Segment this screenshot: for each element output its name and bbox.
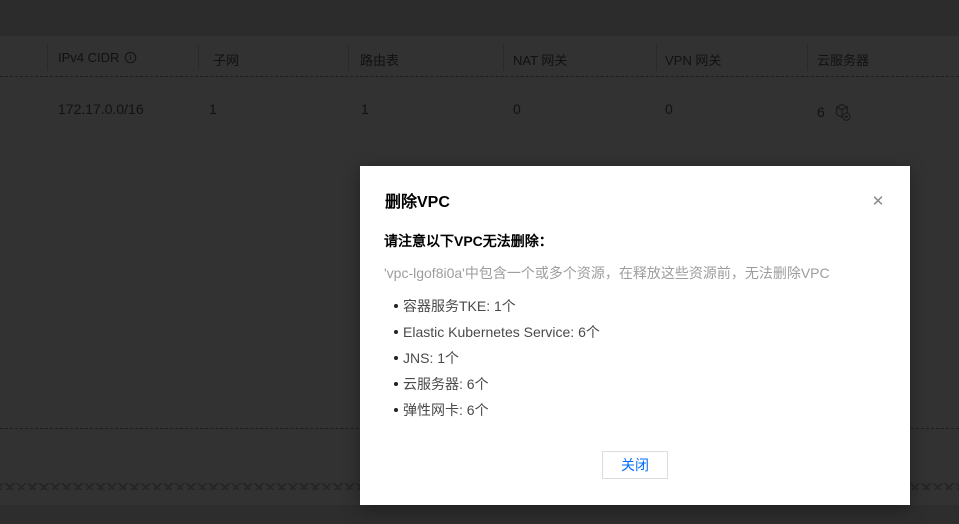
resource-item: 云服务器: 6个 [384, 371, 886, 397]
dialog-notice: 请注意以下VPC无法删除： [384, 233, 553, 249]
column-divider [656, 44, 657, 70]
column-divider [348, 44, 349, 70]
cell-nat-gateway: 0 [513, 101, 521, 117]
column-header-cvm: 云服务器 [817, 50, 869, 69]
toolbar-strip [0, 0, 959, 36]
cvm-count: 6 [817, 103, 825, 120]
column-divider [807, 44, 808, 70]
column-header-label: NAT 网关 [513, 53, 568, 68]
blocking-resource-list: 容器服务TKE: 1个 Elastic Kubernetes Service: … [384, 293, 886, 423]
close-icon[interactable]: ✕ [869, 193, 887, 211]
table-header: IPv4 CIDR 子网 路由表 NAT 网关 VPN 网关 云服务器 [0, 37, 959, 77]
dialog-footer: 关闭 [360, 451, 910, 479]
resource-item: JNS: 1个 [384, 345, 886, 371]
cell-ipv4-cidr: 172.17.0.0/16 [58, 101, 144, 117]
resource-item: 弹性网卡: 6个 [384, 397, 886, 423]
dialog-title: 删除VPC [385, 194, 450, 211]
resource-item: Elastic Kubernetes Service: 6个 [384, 319, 886, 345]
cell-route-table: 1 [361, 101, 369, 117]
column-divider [503, 44, 504, 70]
vpc-list-page: IPv4 CIDR 子网 路由表 NAT 网关 VPN 网关 云服务器 172.… [0, 0, 959, 524]
dialog-description: 'vpc-lgof8i0a'中包含一个或多个资源，在释放这些资源前，无法删除VP… [384, 265, 830, 281]
column-header-label: 路由表 [360, 53, 400, 68]
delete-vpc-dialog: 删除VPC ✕ 请注意以下VPC无法删除： 'vpc-lgof8i0a'中包含一… [360, 166, 910, 505]
cell-cvm: 6 [817, 101, 851, 122]
close-button[interactable]: 关闭 [602, 451, 668, 479]
column-header-route-table: 路由表 [360, 50, 399, 69]
column-header-label: VPN 网关 [665, 53, 722, 68]
column-divider [198, 44, 199, 70]
cell-vpn-gateway: 0 [665, 101, 673, 117]
column-divider [47, 44, 48, 70]
info-icon[interactable] [124, 51, 137, 64]
column-header-subnet: 子网 [213, 50, 239, 69]
column-header-label: 子网 [213, 53, 240, 68]
table-row: 172.17.0.0/16 1 1 0 0 6 [0, 77, 959, 133]
column-header-nat-gateway: NAT 网关 [513, 50, 567, 69]
column-header-label: 云服务器 [817, 53, 870, 68]
column-header-vpn-gateway: VPN 网关 [665, 50, 721, 69]
create-cvm-icon[interactable] [833, 101, 851, 122]
column-header-label: IPv4 CIDR [58, 50, 120, 65]
column-header-ipv4-cidr: IPv4 CIDR [58, 50, 137, 65]
resource-item: 容器服务TKE: 1个 [384, 293, 886, 319]
footer-strip [0, 505, 959, 524]
cell-subnet: 1 [209, 101, 217, 117]
